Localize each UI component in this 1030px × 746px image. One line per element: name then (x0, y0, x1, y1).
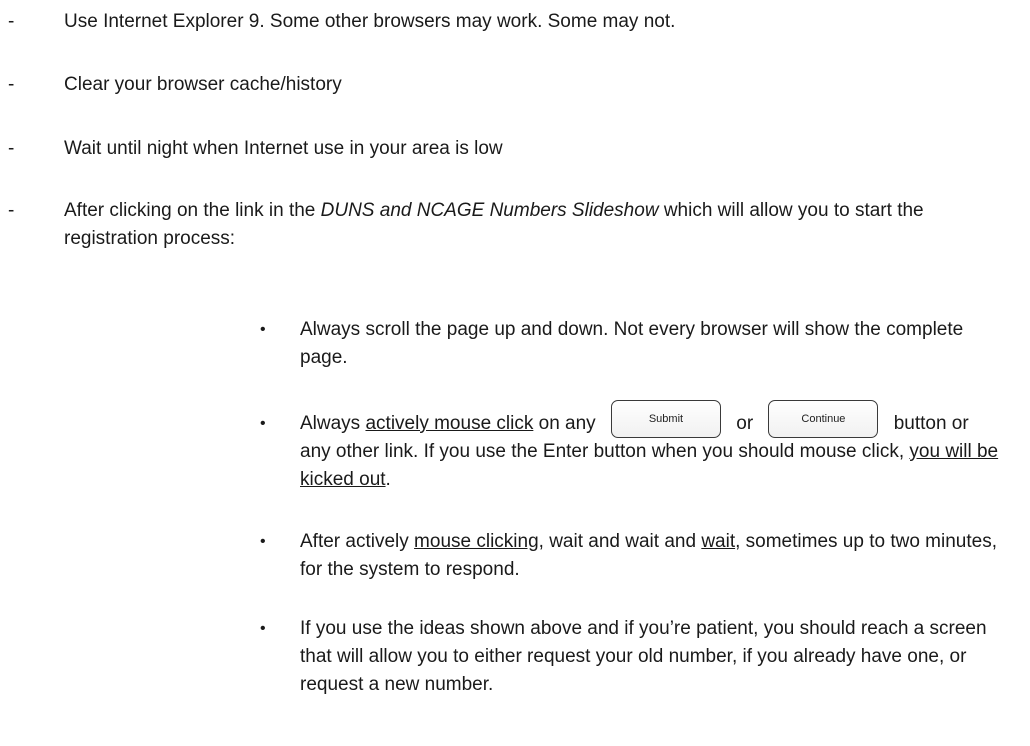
dash-text: Clear your browser cache/history (64, 74, 342, 95)
text-run: or (730, 413, 759, 435)
dash-marker: - (8, 138, 15, 159)
text-run: on any (533, 413, 601, 435)
slideshow-title: DUNS and NCAGE Numbers Slideshow (320, 200, 659, 221)
bullet-marker: • (260, 620, 266, 637)
text-run: After clicking on the link in the (64, 200, 321, 221)
dash-text: After clicking on the link in the DUNS a… (64, 197, 924, 253)
dash-marker: - (8, 200, 15, 221)
bullet-text: After actively mouse clicking, wait and … (300, 528, 1000, 584)
submit-button-image: Submit (610, 400, 721, 438)
text-run: . (385, 469, 391, 491)
dash-marker: - (8, 11, 15, 32)
text-run: , wait and wait and (538, 531, 702, 552)
dash-text: Use Internet Explorer 9. Some other brow… (64, 11, 676, 32)
emphasis-underline: mouse clicking (414, 531, 539, 552)
text-run: After actively (300, 531, 415, 552)
text-run: Always (300, 413, 366, 435)
continue-button-image: Continue (768, 400, 879, 438)
bullet-marker: • (260, 533, 266, 550)
dash-marker: - (8, 74, 15, 95)
bullet-marker: • (260, 415, 266, 432)
emphasis-underline: actively mouse click (365, 413, 534, 435)
emphasis-underline: wait (701, 531, 736, 552)
bullet-text: Always scroll the page up and down. Not … (300, 319, 964, 368)
bullet-marker: • (260, 321, 266, 338)
dash-text: Wait until night when Internet use in yo… (64, 138, 503, 159)
bullet-text: If you use the ideas shown above and if … (300, 618, 987, 695)
bullet-text: Always actively mouse click on any Submi… (300, 400, 1000, 494)
